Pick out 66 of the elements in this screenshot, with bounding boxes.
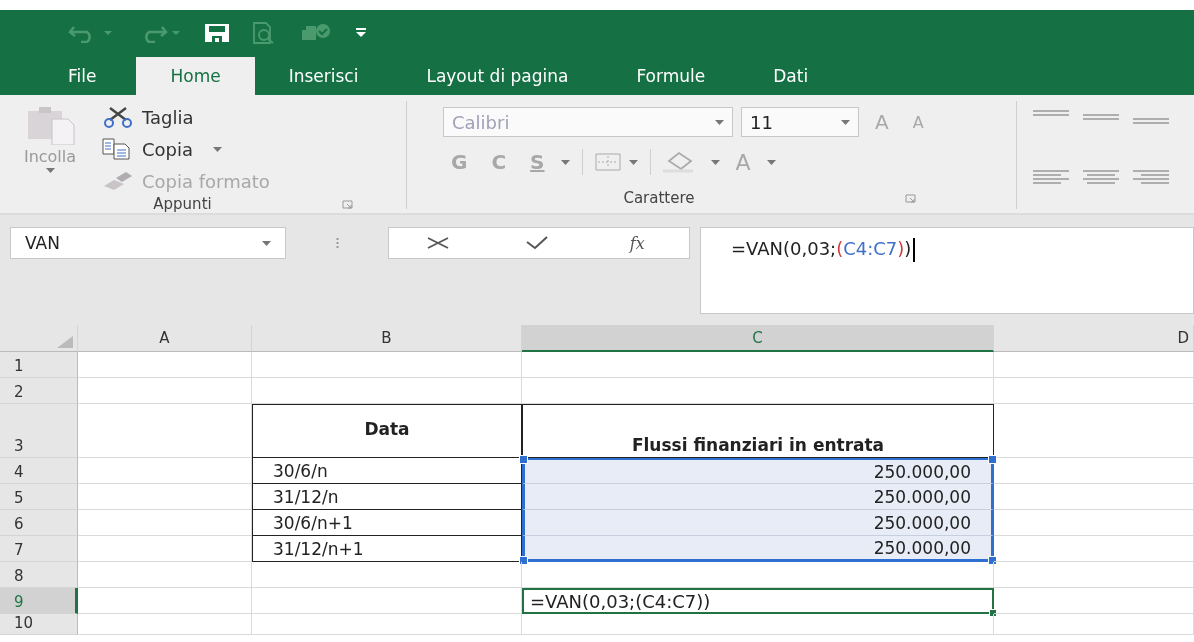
column-header[interactable]: D	[994, 325, 1194, 352]
caret-icon	[560, 159, 570, 165]
horizontal-align-icon[interactable]	[1083, 169, 1119, 185]
caret-icon	[262, 240, 271, 246]
row-header[interactable]: 7	[0, 536, 78, 562]
name-box[interactable]: VAN	[10, 227, 286, 259]
column-header[interactable]: B	[252, 325, 522, 352]
row-header[interactable]: 3	[0, 404, 78, 458]
ribbon-tab[interactable]: Dati	[739, 57, 843, 95]
row-header[interactable]: 10	[0, 614, 78, 635]
row-header[interactable]: 9	[0, 588, 78, 614]
select-all-icon[interactable]	[57, 336, 73, 348]
insert-function-button[interactable]: fx	[623, 232, 651, 254]
group-label: Appunti	[153, 195, 212, 213]
ribbon-tab[interactable]: Home	[136, 57, 255, 95]
row-header[interactable]: 1	[0, 352, 78, 378]
row-header[interactable]: 8	[0, 562, 78, 588]
row-header[interactable]: 2	[0, 378, 78, 404]
ribbon-tab[interactable]: Inserisci	[254, 57, 393, 95]
copy-button[interactable]: Copia	[100, 135, 272, 163]
selection-handle[interactable]	[519, 455, 528, 464]
table-cell: Flussi finanziari in entrata	[522, 404, 994, 458]
table-cell: 250.000,00	[522, 510, 994, 536]
horizontal-align-icon[interactable]	[1133, 169, 1169, 185]
table-cell: 250.000,00	[522, 536, 994, 562]
dialog-launcher-icon[interactable]	[904, 193, 916, 203]
row-header[interactable]: 6	[0, 510, 78, 536]
table-cell: Data	[252, 404, 522, 458]
active-cell: =VAN(0,03;(C4:C7))	[522, 588, 994, 614]
close-icon	[427, 237, 450, 249]
row-header[interactable]: 4	[0, 458, 78, 484]
ribbon-tab[interactable]: File	[0, 57, 137, 95]
table-cell: 30/6/n+1	[252, 510, 522, 536]
caret-icon	[841, 119, 850, 125]
formula-input[interactable]: =VAN(0,03;(C4:C7))	[700, 227, 1194, 314]
cut-button[interactable]: Taglia	[100, 103, 272, 131]
horizontal-align-icon[interactable]	[1033, 169, 1069, 185]
selection-handle[interactable]	[988, 455, 997, 464]
scissors-icon	[102, 106, 134, 128]
borders-icon[interactable]	[594, 153, 621, 171]
column-header[interactable]: A	[78, 325, 252, 352]
format-painter-icon	[102, 170, 134, 192]
caret-icon	[766, 159, 776, 165]
column-header[interactable]: C	[522, 325, 994, 352]
ribbon-tab[interactable]: Formule	[602, 57, 740, 95]
table-cell: 250.000,00	[522, 458, 994, 484]
customize-toolbar-icon[interactable]	[354, 27, 368, 38]
checkmark-icon	[525, 236, 548, 250]
caret-icon	[715, 119, 724, 125]
enter-button[interactable]	[525, 236, 548, 250]
drag-handle-icon[interactable]	[335, 237, 339, 249]
table-cell: 250.000,00	[522, 484, 994, 510]
dialog-launcher-icon[interactable]	[341, 199, 353, 209]
fill-handle[interactable]	[989, 609, 997, 617]
row-header[interactable]: 5	[0, 484, 78, 510]
caret-icon	[212, 146, 222, 152]
table-cell: 31/12/n	[252, 484, 522, 510]
ribbon-tab[interactable]: Layout di pagina	[392, 57, 603, 95]
save-icon[interactable]	[204, 22, 230, 43]
paste-caret-icon	[45, 168, 55, 173]
selection-handle[interactable]	[519, 556, 528, 565]
selection-handle[interactable]	[988, 556, 997, 565]
caret-icon	[710, 159, 720, 165]
cancel-button[interactable]	[427, 237, 450, 249]
group-label: Carattere	[623, 189, 695, 207]
caret-icon	[628, 159, 638, 165]
